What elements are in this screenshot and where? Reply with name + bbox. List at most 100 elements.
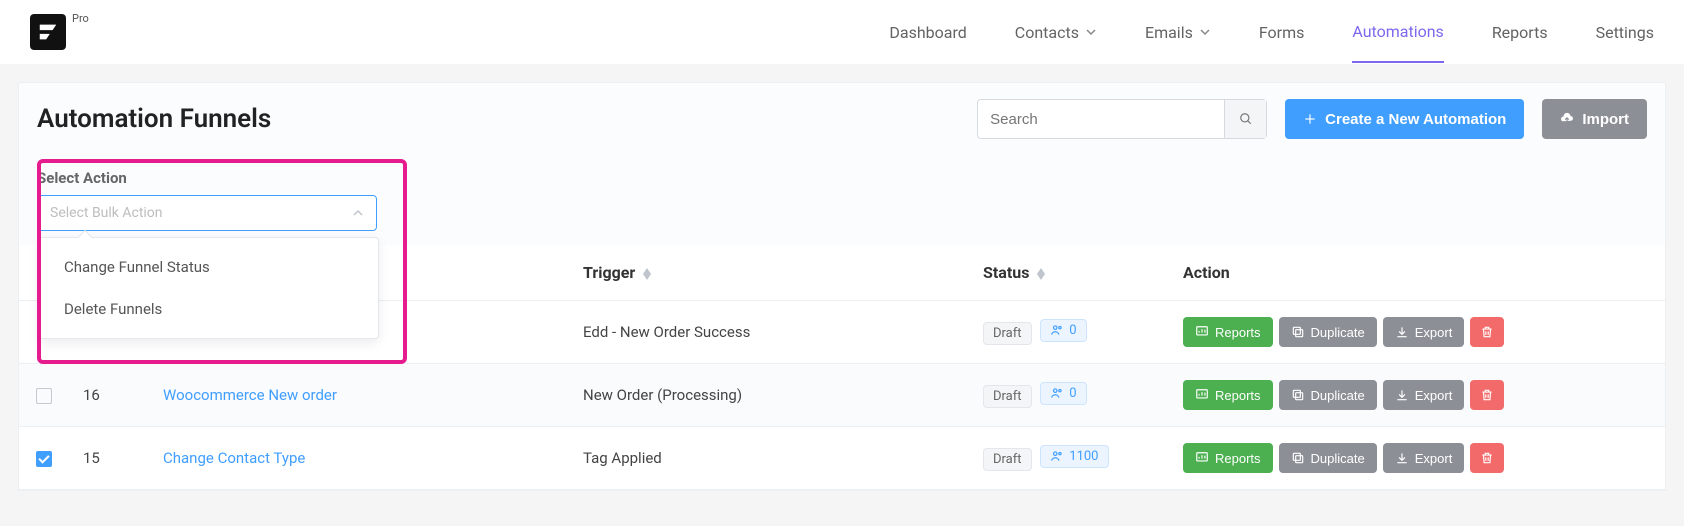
create-label: Create a New Automation (1325, 111, 1506, 128)
chevron-down-icon (1085, 26, 1097, 38)
col-action-label: Action (1183, 263, 1230, 282)
btn-label: Reports (1215, 388, 1261, 403)
delete-button[interactable] (1470, 443, 1504, 473)
status-pill: Draft (983, 322, 1032, 345)
reports-button[interactable]: Reports (1183, 317, 1273, 347)
duplicate-button[interactable]: Duplicate (1279, 443, 1377, 473)
nav-label: Automations (1352, 22, 1443, 41)
btn-label: Reports (1215, 325, 1261, 340)
col-status-label: Status (983, 263, 1029, 282)
chart-icon (1195, 388, 1209, 402)
topbar: Pro Dashboard Contacts Emails Forms Auto… (0, 0, 1684, 64)
page-title: Automation Funnels (37, 104, 271, 134)
nav-settings[interactable]: Settings (1596, 3, 1654, 62)
btn-label: Reports (1215, 451, 1261, 466)
delete-button[interactable] (1470, 317, 1504, 347)
status-pill: Draft (983, 448, 1032, 471)
user-icon (1050, 323, 1064, 337)
funnel-title-link[interactable]: Change Contact Type (163, 449, 305, 467)
chevron-up-icon (352, 207, 364, 219)
funnel-title-link[interactable]: Woocommerce New order (163, 386, 337, 404)
btn-label: Duplicate (1311, 388, 1365, 403)
col-status[interactable]: Status (969, 245, 1169, 301)
row-actions: Reports Duplicate Export (1183, 317, 1651, 347)
btn-label: Duplicate (1311, 325, 1365, 340)
nav-contacts[interactable]: Contacts (1015, 3, 1097, 62)
bulk-option-delete[interactable]: Delete Funnels (40, 288, 378, 330)
copy-icon (1291, 388, 1305, 402)
btn-label: Export (1415, 451, 1453, 466)
nav-label: Contacts (1015, 23, 1079, 42)
bulk-dropdown: Change Funnel Status Delete Funnels (39, 237, 379, 339)
user-icon (1050, 449, 1064, 463)
brand-logo[interactable] (30, 14, 66, 50)
col-trigger-label: Trigger (583, 263, 635, 282)
trash-icon (1480, 451, 1494, 465)
download-icon (1395, 388, 1409, 402)
import-label: Import (1582, 111, 1629, 128)
nav-reports[interactable]: Reports (1492, 3, 1548, 62)
reports-button[interactable]: Reports (1183, 380, 1273, 410)
cloud-upload-icon (1560, 112, 1574, 126)
export-button[interactable]: Export (1383, 443, 1465, 473)
import-button[interactable]: Import (1542, 99, 1647, 139)
duplicate-button[interactable]: Duplicate (1279, 317, 1377, 347)
trash-icon (1480, 388, 1494, 402)
count-pill[interactable]: 0 (1040, 382, 1086, 405)
download-icon (1395, 325, 1409, 339)
search-wrap (977, 99, 1267, 139)
table-row: 15 Change Contact Type Tag Applied Draft… (19, 427, 1665, 490)
search-icon (1239, 112, 1253, 126)
search-button[interactable] (1224, 100, 1266, 138)
nav-menu: Dashboard Contacts Emails Forms Automati… (889, 2, 1654, 63)
nav-label: Settings (1596, 23, 1654, 42)
chart-icon (1195, 325, 1209, 339)
sort-icon (1037, 268, 1045, 280)
nav-forms[interactable]: Forms (1259, 3, 1305, 62)
chart-icon (1195, 451, 1209, 465)
bulk-select-placeholder: Select Bulk Action (50, 205, 163, 221)
row-checkbox[interactable] (36, 388, 52, 404)
btn-label: Export (1415, 325, 1453, 340)
row-checkbox[interactable] (36, 451, 52, 467)
copy-icon (1291, 325, 1305, 339)
cell-id: 15 (69, 427, 149, 490)
chevron-down-icon (1199, 26, 1211, 38)
btn-label: Duplicate (1311, 451, 1365, 466)
nav-label: Reports (1492, 23, 1548, 42)
panel-header: Automation Funnels Create a New Automati… (19, 83, 1665, 155)
export-button[interactable]: Export (1383, 380, 1465, 410)
nav-emails[interactable]: Emails (1145, 3, 1211, 62)
delete-button[interactable] (1470, 380, 1504, 410)
reports-button[interactable]: Reports (1183, 443, 1273, 473)
bulk-area: Select Action Select Bulk Action Change … (19, 155, 1665, 235)
nav-label: Emails (1145, 23, 1193, 42)
brand-badge: Pro (72, 12, 89, 25)
panel: Automation Funnels Create a New Automati… (18, 82, 1666, 491)
nav-label: Forms (1259, 23, 1305, 42)
trash-icon (1480, 325, 1494, 339)
download-icon (1395, 451, 1409, 465)
cell-id: 16 (69, 364, 149, 427)
count-value: 1100 (1069, 449, 1098, 464)
nav-dashboard[interactable]: Dashboard (889, 3, 966, 62)
cell-trigger: Edd - New Order Success (569, 301, 969, 364)
count-pill[interactable]: 1100 (1040, 445, 1108, 468)
count-value: 0 (1069, 323, 1076, 338)
count-pill[interactable]: 0 (1040, 319, 1086, 342)
bulk-action-label: Select Action (37, 169, 1647, 187)
search-input[interactable] (978, 100, 1224, 138)
btn-label: Export (1415, 388, 1453, 403)
bulk-action-select[interactable]: Select Bulk Action (37, 195, 377, 231)
count-value: 0 (1069, 386, 1076, 401)
nav-label: Dashboard (889, 23, 966, 42)
col-trigger[interactable]: Trigger (569, 245, 969, 301)
row-actions: Reports Duplicate Export (1183, 443, 1651, 473)
nav-automations[interactable]: Automations (1352, 2, 1443, 63)
create-automation-button[interactable]: Create a New Automation (1285, 99, 1524, 139)
cell-trigger: Tag Applied (569, 427, 969, 490)
export-button[interactable]: Export (1383, 317, 1465, 347)
duplicate-button[interactable]: Duplicate (1279, 380, 1377, 410)
user-icon (1050, 386, 1064, 400)
bulk-option-change-status[interactable]: Change Funnel Status (40, 246, 378, 288)
